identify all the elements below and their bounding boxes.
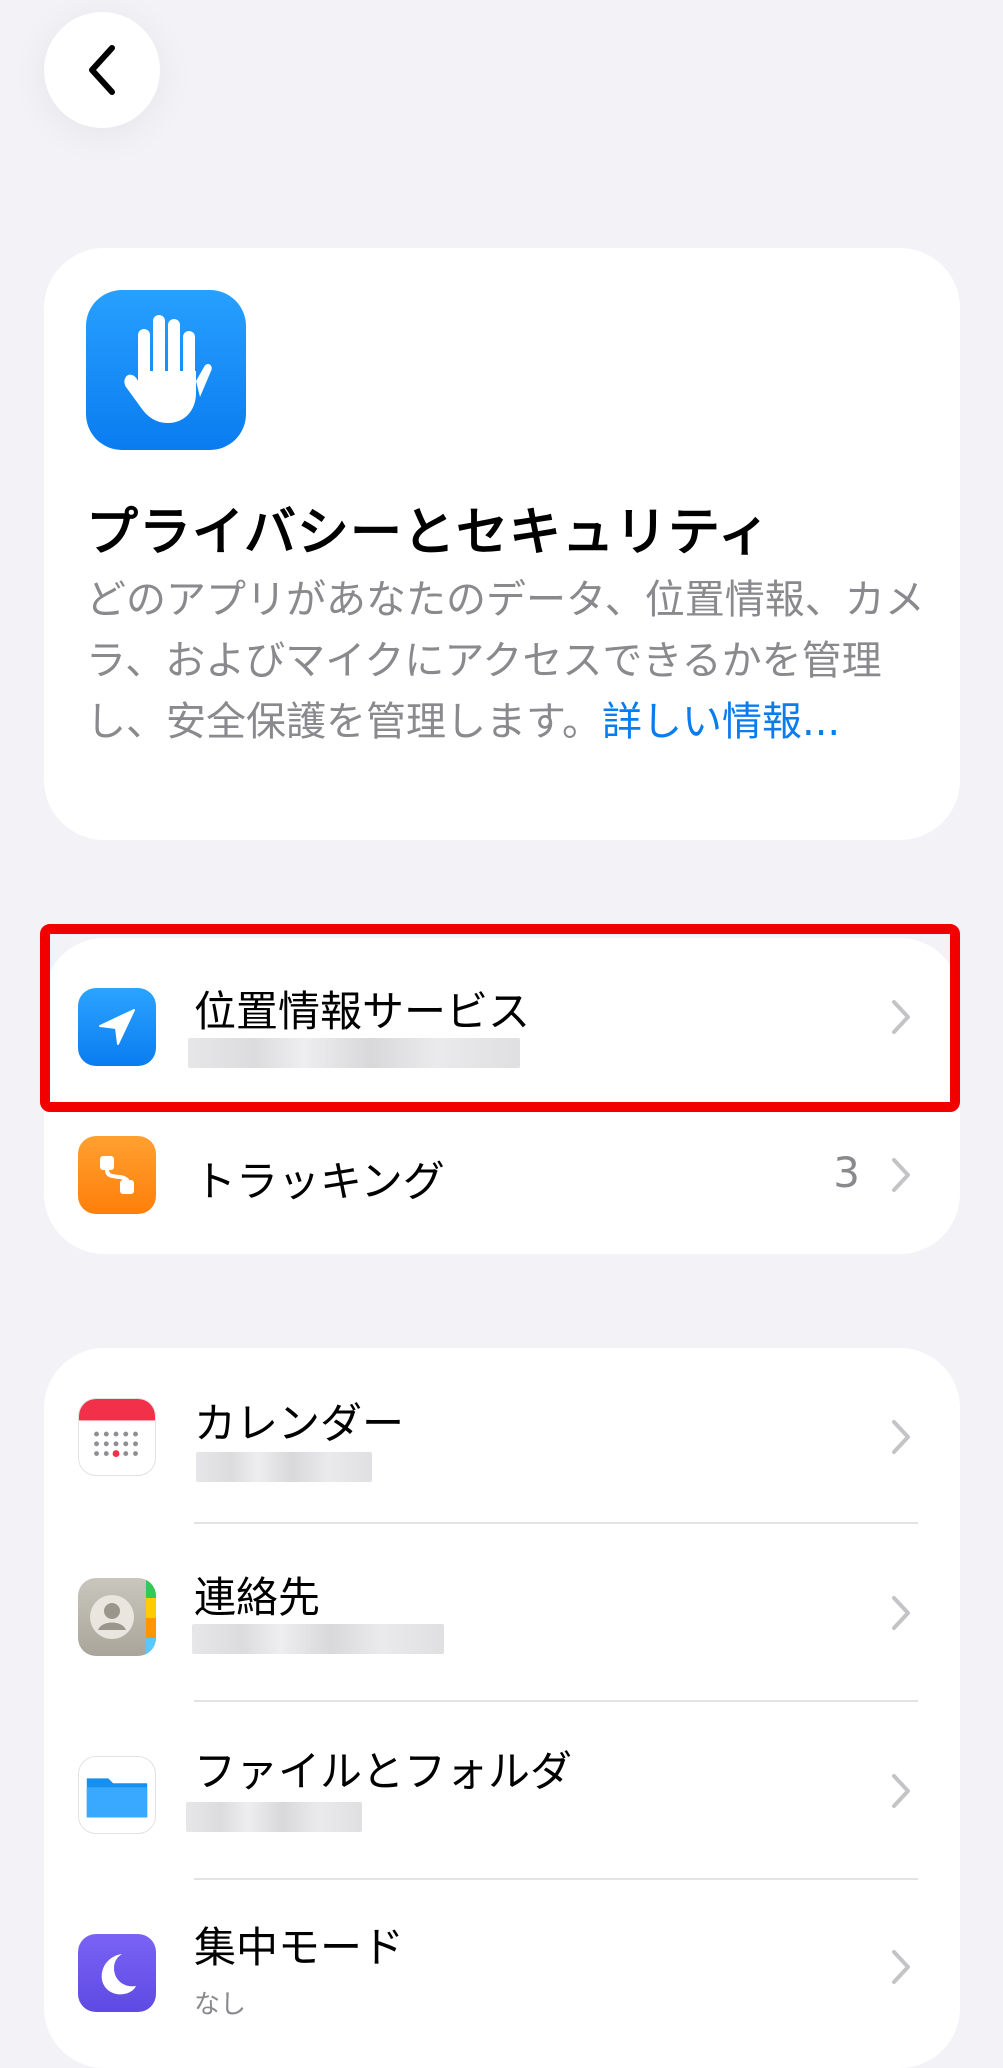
chevron-left-icon (89, 45, 115, 95)
redacted-sublabel (188, 1038, 520, 1068)
redacted-sublabel (192, 1624, 444, 1654)
row-calendar[interactable]: カレンダー (44, 1348, 960, 1524)
row-label-location-services: 位置情報サービス (194, 987, 531, 1036)
tracking-icon (78, 1136, 156, 1214)
chevron-right-icon (892, 1950, 910, 1984)
folder-icon (78, 1756, 156, 1834)
learn-more-link[interactable]: 詳しい情報... (602, 699, 840, 745)
tracking-count: 3 (833, 1148, 860, 1197)
row-label-files-and-folders: ファイルとフォルダ (194, 1747, 573, 1796)
privacy-hero-card: プライバシーとセキュリティ どのアプリがあなたのデータ、位置情報、カメラ、および… (44, 248, 960, 840)
page-description: どのアプリがあなたのデータ、位置情報、カメラ、およびマイクにアクセスできるかを管… (86, 570, 926, 753)
redacted-sublabel (196, 1452, 372, 1482)
location-arrow-icon (78, 988, 156, 1066)
page-title: プライバシーとセキュリティ (86, 503, 771, 563)
row-files-and-folders[interactable]: ファイルとフォルダ (44, 1702, 960, 1880)
contacts-icon (78, 1578, 156, 1656)
chevron-right-icon (892, 1158, 910, 1192)
settings-group-primary: 位置情報サービス トラッキング 3 (44, 938, 960, 1254)
row-label-focus: 集中モード (194, 1923, 405, 1972)
chevron-right-icon (892, 1774, 910, 1808)
row-focus[interactable]: 集中モード なし (44, 1880, 960, 2060)
row-contacts[interactable]: 連絡先 (44, 1524, 960, 1702)
hand-raised-icon (86, 290, 246, 450)
row-tracking[interactable]: トラッキング 3 (44, 1096, 960, 1254)
settings-group-apps: カレンダー 連絡先 ファイルとフォルダ 集中モード なし (44, 1348, 960, 2068)
calendar-icon (78, 1398, 156, 1476)
redacted-sublabel (186, 1802, 362, 1832)
back-button[interactable] (44, 12, 160, 128)
row-label-calendar: カレンダー (194, 1399, 405, 1448)
moon-icon (78, 1934, 156, 2012)
chevron-right-icon (892, 1596, 910, 1630)
row-sublabel-focus: なし (194, 1990, 247, 2020)
chevron-right-icon (892, 1420, 910, 1454)
row-location-services[interactable]: 位置情報サービス (44, 938, 960, 1096)
row-label-contacts: 連絡先 (194, 1573, 321, 1622)
chevron-right-icon (892, 1000, 910, 1034)
row-label-tracking: トラッキング (194, 1157, 445, 1206)
